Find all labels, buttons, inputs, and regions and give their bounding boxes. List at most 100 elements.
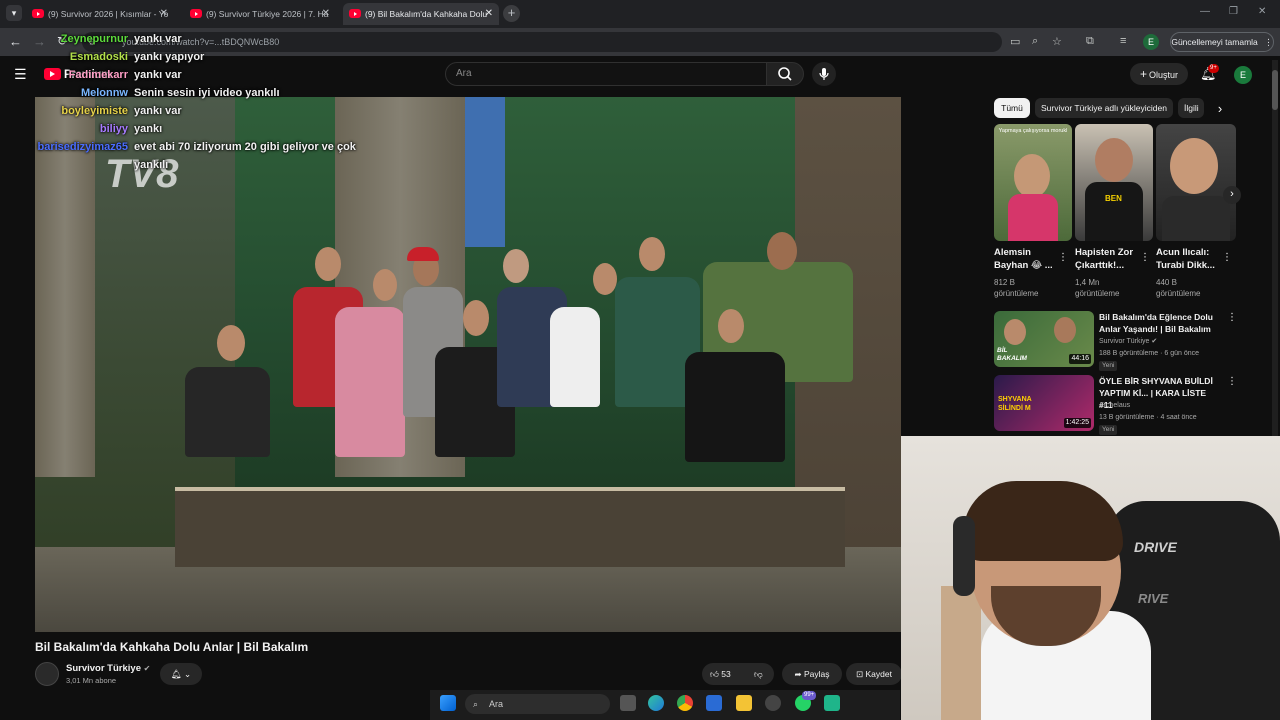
search-button[interactable] <box>766 62 804 86</box>
like-count: 53 <box>721 669 731 679</box>
short-title[interactable]: Alemsin Bayhan 😂 ... <box>994 246 1054 272</box>
person-head <box>463 300 489 336</box>
recommendation-thumbnail[interactable]: BİL BAKALIM 44:16 <box>994 311 1094 367</box>
person-head <box>767 232 797 270</box>
person-figure <box>185 367 270 457</box>
person-head <box>373 269 397 301</box>
close-tab-icon[interactable]: ✕ <box>485 3 493 25</box>
person-head <box>503 249 529 283</box>
install-app-icon[interactable]: ▭ <box>1010 35 1020 48</box>
chrome-browser-icon[interactable] <box>677 695 693 711</box>
reading-list-icon[interactable]: ≡ <box>1120 35 1126 47</box>
chat-username: Esmadoski <box>69 51 128 63</box>
new-tab-button[interactable]: + <box>503 5 520 22</box>
taskbar-search-input[interactable]: ⌕ Ara <box>465 694 610 714</box>
thumbnail-text: SHYVANA SİLİNDİ M <box>998 396 1032 412</box>
task-view-icon[interactable] <box>620 695 636 711</box>
search-input[interactable]: Ara <box>445 62 767 86</box>
short-thumbnail[interactable]: BEN <box>1075 124 1153 241</box>
chip-all[interactable]: Tümü <box>994 98 1030 118</box>
youtube-favicon-icon <box>32 9 44 18</box>
create-button[interactable]: + Oluştur <box>1130 63 1188 85</box>
extensions-icon[interactable]: ⧉ <box>1086 35 1094 48</box>
short-title[interactable]: Hapisten Zor Çıkarttık!... <box>1075 246 1137 272</box>
windows-start-icon[interactable] <box>440 695 456 711</box>
search-icon <box>778 67 792 81</box>
kebab-menu-icon[interactable]: ⋮ <box>1222 252 1232 263</box>
recommendation-thumbnail[interactable]: SHYVANA SİLİNDİ M 1:42:25 <box>994 375 1094 431</box>
recommendation-channel[interactable]: Survivor Türkiye ✔ <box>1099 336 1157 347</box>
recommendation-title[interactable]: Bil Bakalım'da Eğlence Dolu Anlar Yaşand… <box>1099 311 1219 335</box>
chat-message: Esmadoski yankı yapıyor <box>0 48 420 66</box>
chat-username: Zeynepurnur <box>60 33 128 45</box>
scrollbar-thumb[interactable] <box>1272 70 1278 110</box>
chat-text: Senin sesin iyi video yankılı <box>134 87 280 99</box>
browser-tab[interactable]: (9) Survivor 2026 | Kısımlar - Yo ✕ <box>26 3 174 25</box>
chat-text: yankı yapıyor <box>134 51 205 63</box>
browser-profile-avatar[interactable]: E <box>1143 34 1159 50</box>
subscribe-notifications-button[interactable]: 🔔︎ ⌄ <box>160 663 202 685</box>
bookmark-star-icon[interactable]: ☆ <box>1052 35 1062 48</box>
chat-text: evet abi 70 izliyorum 20 gibi geliyor ve… <box>134 141 356 153</box>
kebab-menu-icon[interactable]: ⋮ <box>1140 252 1150 263</box>
channel-avatar[interactable] <box>35 662 59 686</box>
thumb-face <box>1095 138 1133 182</box>
kebab-menu-icon[interactable]: ⋮ <box>1227 312 1237 323</box>
recommendation-channel[interactable]: Archelaus <box>1099 400 1130 411</box>
browser-tab-active[interactable]: (9) Bil Bakalım'da Kahkaha Dolu ✕ <box>343 3 499 25</box>
close-window-icon[interactable]: ✕ <box>1258 6 1266 17</box>
edge-browser-icon[interactable] <box>648 695 664 711</box>
thumb-face <box>1004 319 1026 345</box>
close-tab-icon[interactable]: ✕ <box>160 3 168 25</box>
person-head <box>315 247 341 281</box>
close-tab-icon[interactable]: ✕ <box>322 3 330 25</box>
thumb-body <box>1008 194 1058 241</box>
person-head <box>639 237 665 271</box>
kebab-menu-icon[interactable]: ⋮ <box>1264 37 1273 47</box>
like-dislike-group: 👍︎ 53 👎︎ <box>702 663 774 685</box>
kebab-menu-icon[interactable]: ⋮ <box>1227 376 1237 387</box>
short-thumbnail[interactable] <box>1156 124 1236 241</box>
obs-icon[interactable] <box>765 695 781 711</box>
youtube-favicon-icon <box>190 9 202 18</box>
update-button[interactable]: Güncellemeyi tamamla ⋮ <box>1170 32 1274 52</box>
save-button[interactable]: ⊡ Kaydet <box>846 663 902 685</box>
chips-next-icon[interactable]: › <box>1210 100 1230 118</box>
thumb-face <box>1014 154 1050 198</box>
store-icon[interactable] <box>706 695 722 711</box>
share-button[interactable]: ➦ Paylaş <box>782 663 842 685</box>
chip-related[interactable]: İlgili <box>1178 98 1204 118</box>
channel-name[interactable]: Survivor Türkiye ✔ <box>66 663 150 674</box>
video-player[interactable]: TV8 <box>35 97 901 632</box>
short-views: 1,4 Mn görüntüleme <box>1075 278 1120 298</box>
browser-tab[interactable]: (9) Survivor Türkiye 2026 | 7. Ha ✕ <box>184 3 336 25</box>
app-icon[interactable] <box>824 695 840 711</box>
like-icon[interactable]: 👍︎ <box>710 669 719 679</box>
tab-search-menu-icon[interactable]: ▾ <box>6 5 22 21</box>
youtube-account-avatar[interactable]: E <box>1234 66 1252 84</box>
chip-uploader[interactable]: Survivor Türkiye adlı yükleyiciden <box>1035 98 1173 118</box>
short-title[interactable]: Acun Ilıcalı: Turabi Dikk... <box>1156 246 1220 272</box>
chat-message: biliyy yankı <box>0 120 420 138</box>
update-button-label: Güncellemeyi tamamla <box>1171 37 1258 47</box>
short-views: 440 B görüntüleme <box>1156 278 1201 298</box>
maximize-icon[interactable]: ❐ <box>1229 6 1238 17</box>
zoom-icon[interactable]: ⌕ <box>1032 35 1038 48</box>
subscriber-count: 3,01 Mn abone <box>66 676 117 685</box>
voice-search-button[interactable] <box>812 62 836 86</box>
person-head <box>593 263 617 295</box>
video-duration: 1:42:25 <box>1063 418 1091 428</box>
chat-text: yankı var <box>134 33 182 45</box>
shorts-next-icon[interactable]: › <box>1223 186 1241 204</box>
dislike-icon[interactable]: 👎︎ <box>754 663 763 685</box>
page-scrollbar[interactable] <box>1272 60 1278 440</box>
short-thumbnail[interactable]: Yapmaya çalışıyorsa morukl <box>994 124 1072 241</box>
webcam-door <box>941 586 981 720</box>
video-scene-bench <box>175 487 845 567</box>
minimize-icon[interactable]: — <box>1200 6 1210 17</box>
chat-message: Melonnw Senin sesin iyi video yankılı <box>0 84 420 102</box>
short-thumbnail-caption: BEN <box>1105 194 1122 203</box>
file-explorer-icon[interactable] <box>736 695 752 711</box>
kebab-menu-icon[interactable]: ⋮ <box>1058 252 1068 263</box>
person-head <box>217 325 245 361</box>
